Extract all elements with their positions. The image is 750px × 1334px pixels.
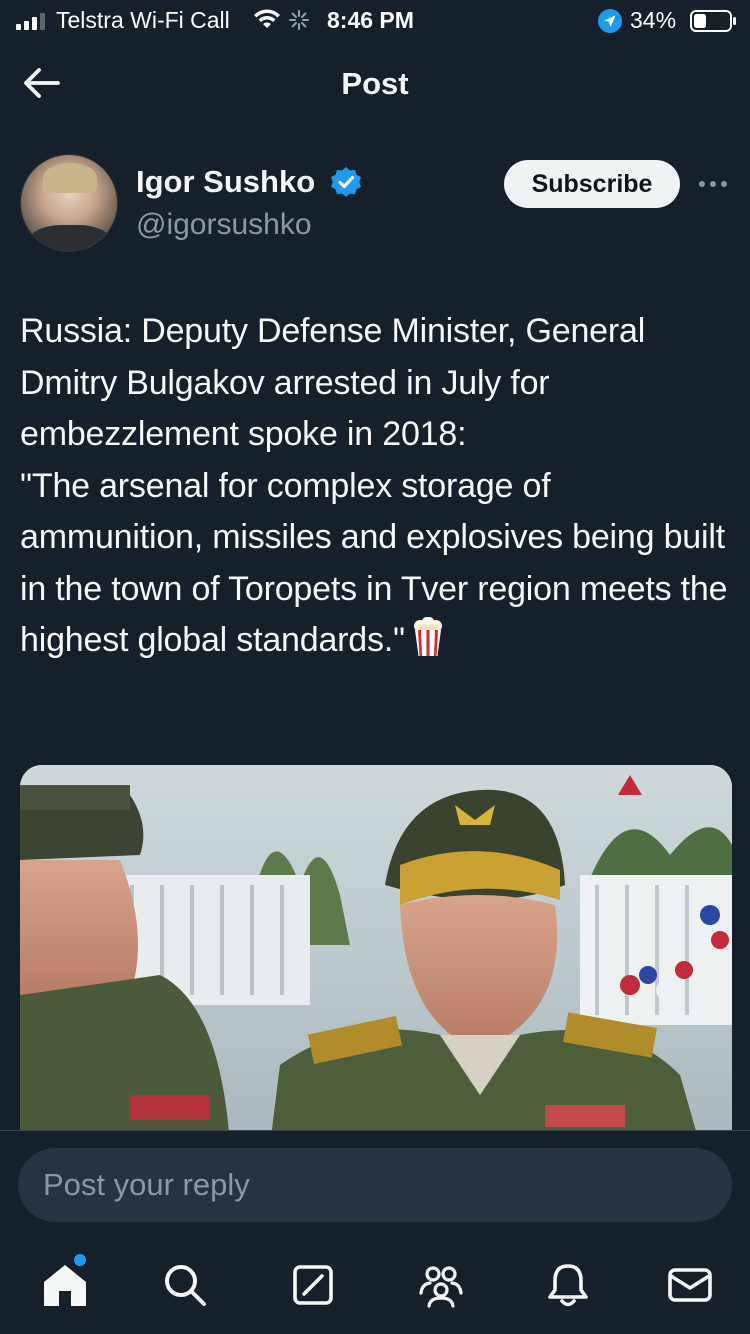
home-icon — [44, 1265, 86, 1306]
tab-search[interactable] — [160, 1260, 210, 1310]
signal-strength-icon — [16, 12, 45, 30]
author-name[interactable]: Igor Sushko — [136, 164, 315, 200]
status-bar: Telstra Wi-Fi Call 8:46 PM 34% — [0, 0, 750, 40]
post-text: Russia: Deputy Defense Minister, General… — [20, 312, 728, 659]
battery-percent: 34% — [630, 7, 677, 33]
bell-icon — [548, 1264, 588, 1307]
communities-icon — [419, 1266, 463, 1308]
tab-home[interactable] — [40, 1260, 90, 1310]
location-arrow-icon — [598, 9, 622, 33]
tab-messages[interactable] — [665, 1260, 715, 1310]
grok-icon — [293, 1265, 333, 1305]
bottom-tab-bar — [0, 1240, 750, 1334]
post-header: Post — [0, 40, 750, 130]
popcorn-icon — [413, 617, 442, 656]
more-options-icon[interactable] — [698, 180, 728, 188]
reply-input[interactable]: Post your reply — [18, 1148, 732, 1222]
reply-bar: Post your reply — [0, 1130, 750, 1240]
author-handle[interactable]: @igorsushko — [136, 208, 312, 242]
carrier-label: Telstra Wi-Fi Call — [56, 7, 230, 33]
post-video-thumbnail[interactable] — [20, 765, 732, 1145]
envelope-icon — [668, 1268, 712, 1302]
post-body: Russia: Deputy Defense Minister, General… — [20, 306, 732, 667]
activity-spinner-icon — [289, 10, 309, 30]
author-row: Igor Sushko @igorsushko Subscribe — [0, 150, 750, 260]
page-title: Post — [341, 66, 409, 101]
search-icon — [165, 1265, 206, 1306]
verified-badge-icon[interactable] — [330, 166, 362, 198]
home-notification-dot — [74, 1254, 86, 1266]
battery-icon — [690, 10, 736, 32]
tab-communities[interactable] — [416, 1260, 466, 1310]
tab-grok[interactable] — [288, 1260, 338, 1310]
avatar[interactable] — [20, 154, 118, 252]
tab-notifications[interactable] — [543, 1260, 593, 1310]
video-frame-image — [20, 765, 732, 1145]
subscribe-button[interactable]: Subscribe — [504, 160, 680, 208]
wifi-icon — [254, 9, 280, 28]
status-time: 8:46 PM — [327, 7, 414, 33]
